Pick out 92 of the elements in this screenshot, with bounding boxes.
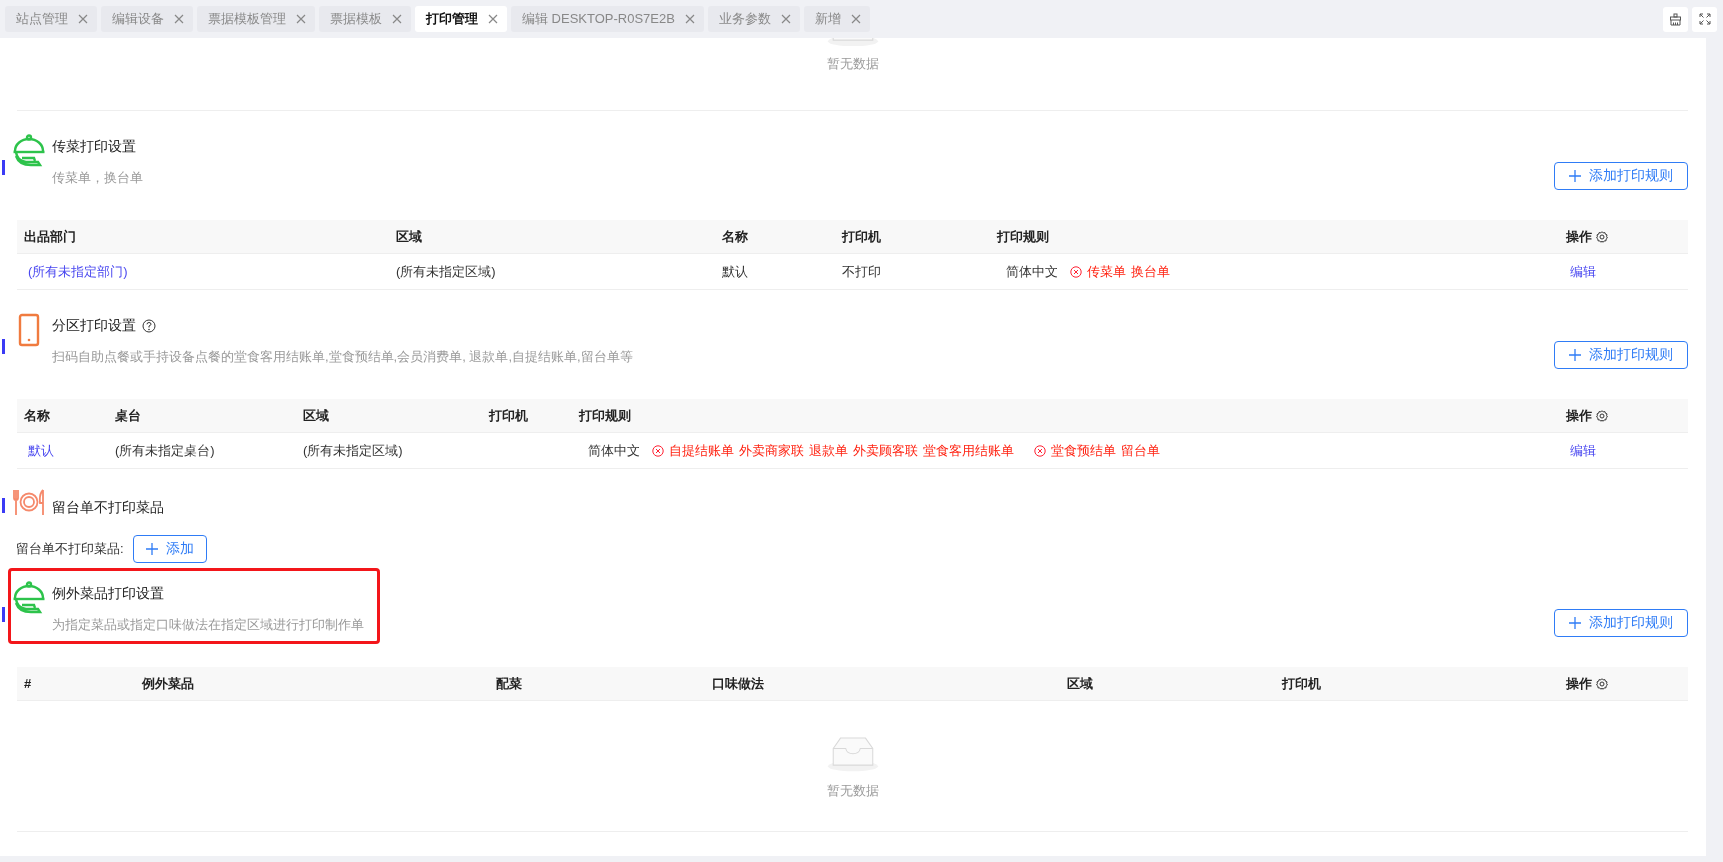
close-icon[interactable] (488, 14, 498, 24)
tab[interactable]: 业务参数 (707, 6, 800, 32)
column-header: 配菜 (496, 674, 522, 693)
section-title: 传菜打印设置 (52, 138, 136, 156)
tab[interactable]: 编辑 DESKTOP-R0S7E2B (511, 6, 704, 32)
section-title: 例外菜品打印设置 (52, 585, 164, 603)
column-header: 区域 (396, 227, 422, 246)
empty-text: 暂无数据 (826, 55, 879, 73)
edit-link[interactable]: 编辑 (1566, 441, 1596, 460)
table-cell: 默认 (722, 262, 748, 281)
remove-icon[interactable] (652, 444, 664, 457)
empty-box-icon (826, 736, 879, 772)
field-label: 留台单不打印菜品: (16, 540, 124, 558)
tab[interactable]: 票据模板 (319, 6, 411, 32)
remove-icon[interactable] (1034, 444, 1046, 457)
section-title: 分区打印设置 (52, 317, 136, 335)
rule-tag: 留台单 (1121, 441, 1160, 460)
plate-cutlery-icon (12, 487, 46, 517)
column-header: 打印机 (1282, 674, 1321, 693)
settings-icon[interactable] (1596, 677, 1608, 690)
column-header: 打印机 (842, 227, 881, 246)
section-description: 扫码自助点餐或手持设备点餐的堂食客用结账单,堂食预结单,会员消费单, 退款单,自提结账单,留台单等 (52, 348, 634, 366)
language-label: 简体中文 (1006, 262, 1058, 281)
section-description: 为指定菜品或指定口味做法在指定区域进行打印制作单 (52, 616, 365, 634)
column-header: 名称 (24, 406, 50, 425)
close-icon[interactable] (850, 14, 861, 24)
tab[interactable]: 打印管理 (415, 6, 507, 32)
column-header: 名称 (722, 227, 748, 246)
close-icon[interactable] (174, 14, 184, 24)
rule-tag: 自提结账单 (669, 441, 734, 460)
column-header: # (24, 676, 32, 691)
clear-cache-button[interactable] (1663, 6, 1688, 32)
edit-link[interactable]: 编辑 (1566, 262, 1596, 281)
add-rule-button[interactable]: 添加打印规则 (1554, 341, 1688, 369)
settings-icon[interactable] (1596, 230, 1608, 243)
add-rule-button[interactable]: 添加打印规则 (1554, 609, 1688, 637)
rule-tag: 堂食客用结账单 (923, 441, 1014, 460)
section-title: 留台单不打印菜品 (52, 499, 164, 517)
section-marker (2, 339, 5, 354)
plus-icon (1569, 170, 1581, 182)
table-cell: (所有未指定区域) (303, 441, 403, 460)
tab[interactable]: 新增 (803, 6, 870, 32)
tab[interactable]: 编辑设备 (101, 6, 193, 32)
plus-icon (145, 543, 158, 555)
close-icon[interactable] (296, 14, 306, 24)
column-header: 区域 (303, 406, 329, 425)
cloche-icon (12, 581, 46, 615)
column-header: 打印规则 (997, 227, 1049, 246)
close-icon[interactable] (684, 14, 695, 24)
rule-tag: 外卖商家联 (739, 441, 804, 460)
column-header: 例外菜品 (142, 674, 194, 693)
column-header: 出品部门 (24, 227, 76, 246)
section-description: 传菜单，换台单 (52, 169, 144, 187)
cloche-icon (12, 134, 46, 168)
rule-tag: 传菜单 (1087, 262, 1126, 281)
close-icon[interactable] (780, 14, 791, 24)
empty-text: 暂无数据 (826, 781, 879, 800)
close-icon[interactable] (78, 14, 88, 24)
plus-icon (1569, 349, 1581, 361)
table-cell: (所有未指定桌台) (115, 441, 215, 460)
tab[interactable]: 票据模板管理 (197, 6, 315, 32)
edit-link[interactable]: 默认 (24, 441, 54, 460)
language-label: 简体中文 (588, 441, 640, 460)
column-header: 操作 (1566, 406, 1592, 425)
broom-icon (1669, 12, 1682, 26)
tab[interactable]: 站点管理 (5, 6, 97, 32)
fullscreen-icon (1698, 13, 1711, 25)
section-marker (2, 498, 5, 513)
rule-tag: 退款单 (809, 441, 848, 460)
column-header: 操作 (1566, 227, 1592, 246)
column-header: 打印规则 (579, 406, 631, 425)
column-header: 桌台 (115, 406, 141, 425)
edit-link[interactable]: (所有未指定部门) (24, 262, 128, 281)
add-rule-button[interactable]: 添加打印规则 (1554, 162, 1688, 190)
section-marker (2, 160, 5, 175)
rule-tag: 外卖顾客联 (853, 441, 918, 460)
column-header: 操作 (1566, 674, 1592, 693)
remove-icon[interactable] (1070, 265, 1082, 278)
settings-icon[interactable] (1596, 409, 1608, 422)
section-marker (2, 607, 5, 622)
table-cell: 不打印 (842, 262, 881, 281)
column-header: 打印机 (489, 406, 528, 425)
add-button[interactable]: 添加 (132, 535, 207, 563)
column-header: 区域 (1067, 674, 1093, 693)
fullscreen-button[interactable] (1692, 6, 1717, 32)
rule-tag: 堂食预结单 (1051, 441, 1116, 460)
help-icon[interactable] (142, 319, 156, 333)
plus-icon (1569, 617, 1581, 629)
rule-tag: 换台单 (1131, 262, 1170, 281)
close-icon[interactable] (392, 14, 402, 24)
table-cell: (所有未指定区域) (396, 262, 496, 281)
column-header: 口味做法 (712, 674, 764, 693)
